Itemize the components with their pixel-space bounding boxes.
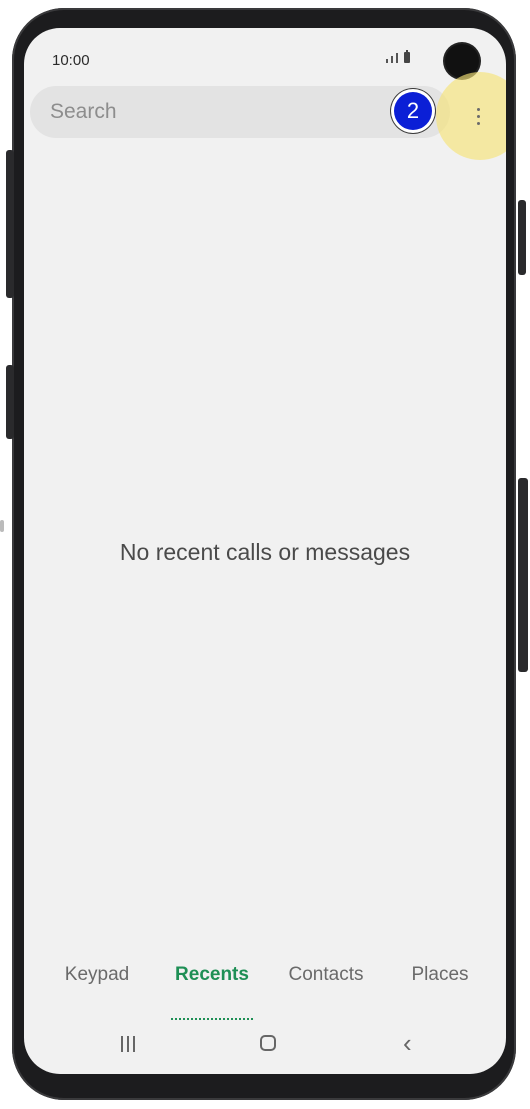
signal-icon — [391, 56, 393, 63]
active-tab-indicator — [171, 1018, 253, 1020]
volume-button — [6, 150, 14, 298]
side-edge — [518, 478, 528, 672]
edge-nub — [0, 520, 4, 532]
signal-icon — [386, 59, 388, 63]
bottom-tabs: Keypad Recents Contacts Places — [24, 964, 506, 1004]
phone-screen: 10:00 Search 2 No recent calls or messag… — [24, 28, 506, 1074]
more-options-icon — [476, 107, 480, 111]
empty-state-message: No recent calls or messages — [119, 539, 411, 565]
bixby-button — [6, 365, 14, 439]
tab-recents[interactable]: Recents — [174, 964, 250, 986]
status-time: 10:00 — [52, 52, 90, 69]
step-badge: 2 — [394, 92, 432, 130]
tab-places[interactable]: Places — [408, 964, 472, 986]
power-button — [518, 200, 526, 275]
navigation-bar: ‹ — [24, 1028, 506, 1062]
search-placeholder: Search — [50, 100, 117, 123]
home-icon[interactable] — [260, 1035, 276, 1051]
more-options-icon — [476, 114, 480, 118]
more-options-button[interactable] — [464, 100, 492, 132]
tab-contacts[interactable]: Contacts — [284, 964, 368, 986]
signal-icon — [396, 53, 398, 63]
recent-apps-icon[interactable] — [121, 1036, 135, 1052]
status-icons — [386, 50, 410, 63]
back-icon[interactable]: ‹ — [403, 1028, 412, 1059]
search-bar[interactable]: Search — [30, 86, 450, 138]
more-options-icon — [476, 121, 480, 125]
battery-icon — [404, 50, 410, 63]
tab-keypad[interactable]: Keypad — [64, 964, 130, 986]
